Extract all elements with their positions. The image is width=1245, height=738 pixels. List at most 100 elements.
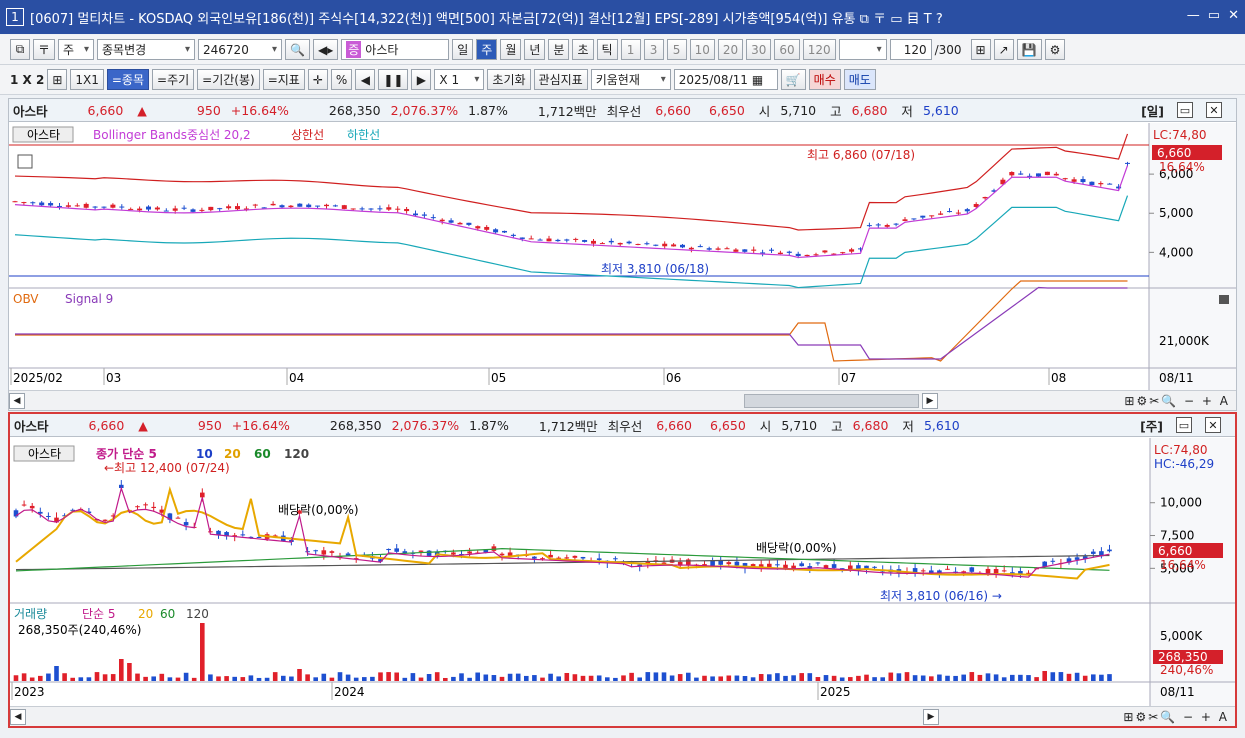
grid-icon[interactable]: ⊞ [47, 69, 68, 90]
table-icon [17, 154, 33, 169]
volume-bar [1107, 674, 1112, 681]
link-icon[interactable]: ⧉ [10, 39, 30, 60]
close-icon[interactable]: ✕ [1228, 8, 1239, 23]
volume-bar [710, 676, 715, 681]
minute-3[interactable]: 3 [643, 39, 664, 60]
zoom-tools-icon[interactable]: ⊞⚙✂🔍 − + A [1124, 394, 1230, 408]
interval-select[interactable] [838, 39, 887, 60]
candle-body [404, 208, 410, 212]
save-icon[interactable]: 💾 [1016, 39, 1042, 60]
scroll-left-icon[interactable]: ◀ [9, 392, 25, 409]
pause-icon[interactable]: ❚❚ [378, 69, 409, 90]
percent-button[interactable]: % [330, 69, 353, 90]
scrollbar-daily[interactable]: ◀ ▶ ⊞⚙✂🔍 − + A [9, 390, 1236, 410]
period-month[interactable]: 월 [500, 39, 522, 60]
scrollbar-weekly[interactable]: ◀ ▶ ⊞⚙✂🔍 − + A [10, 706, 1235, 726]
compare-icon[interactable]: ⊞ [970, 39, 991, 60]
candle-body [580, 556, 586, 559]
candle-body [394, 548, 399, 552]
minimize-icon[interactable]: — [1187, 8, 1200, 23]
volume-bar [362, 677, 367, 681]
period-tick[interactable]: 틱 [596, 39, 618, 60]
chart-panel-weekly[interactable]: 아스타 6,660 ▲ 950 +16.64% 268,350 2,076.37… [8, 412, 1237, 728]
kiwoom-select[interactable]: 키움현재 [590, 69, 671, 90]
volume-rate: 2,076.37% [391, 417, 460, 433]
buy-button[interactable]: 매수 [808, 69, 841, 90]
minute-60[interactable]: 60 [774, 39, 800, 60]
chart-panel-daily[interactable]: 아스타 6,660 ▲ 950 +16.64% 268,350 2,076.37… [8, 98, 1237, 411]
interest-indicator-button[interactable]: 관심지표 [533, 69, 588, 90]
pin-icon[interactable]: 〒 [33, 39, 56, 60]
volume-bar [491, 675, 497, 681]
sync-stock-button[interactable]: =종목 [106, 69, 150, 90]
candle-body [183, 522, 189, 526]
gear-icon[interactable]: ⚙ [1044, 39, 1066, 60]
crosshair-icon[interactable]: ✛ [307, 69, 328, 90]
next-icon[interactable]: ▶ [411, 69, 432, 90]
daily-chart-canvas[interactable]: 아스타 Bollinger Bands중심선 20,2 상한선 하한선6,0005,0… [9, 123, 1236, 391]
candle-body [777, 252, 783, 255]
trend-icon[interactable]: ↗ [993, 39, 1014, 60]
sync-period-button[interactable]: =주기 [152, 69, 195, 90]
scroll-left-icon[interactable]: ◀ [10, 708, 26, 725]
scroll-right-icon[interactable]: ▶ [922, 392, 938, 409]
period-second[interactable]: 초 [572, 39, 594, 60]
candle-body [1074, 557, 1080, 560]
minute-5[interactable]: 5 [666, 39, 687, 60]
period-day[interactable]: 일 [452, 39, 474, 60]
x-end-label: 08/11 [1159, 371, 1194, 385]
stock-change-select[interactable]: 종목변경 [97, 39, 196, 60]
scale-select[interactable]: X 1 [434, 69, 485, 90]
weekly-chart-canvas[interactable]: 아스타 종가 단순 5 10 20 60 12010,0007,5005,000←최고 1… [10, 438, 1235, 708]
volume-bar [734, 675, 740, 681]
minute-20[interactable]: 20 [717, 39, 744, 60]
close-panel-icon[interactable]: ✕ [1205, 417, 1221, 433]
candle-body [947, 211, 952, 213]
candle-body [430, 217, 436, 219]
period-week[interactable]: 주 [476, 39, 498, 60]
candle-body [599, 243, 605, 245]
reset-button[interactable]: 초기화 [487, 69, 531, 90]
maximize-panel-icon[interactable]: ▭ [1176, 417, 1192, 433]
layout-label[interactable]: 1 X 2 [10, 73, 44, 87]
sync-range-button[interactable]: =기간(봉) [197, 69, 260, 90]
period-minute[interactable]: 분 [548, 39, 570, 60]
sound-icon[interactable]: ◀▸ [312, 39, 339, 60]
window-number: 1 [6, 8, 24, 26]
zoom-tools-icon[interactable]: ⊞⚙✂🔍 − + A [1123, 710, 1229, 724]
date-input[interactable]: 2025/08/11 ▦ [673, 69, 778, 90]
market-select[interactable]: 주 [58, 39, 95, 60]
stock-code-input[interactable]: 246720 [198, 39, 283, 60]
minute-30[interactable]: 30 [746, 39, 772, 60]
period-year[interactable]: 년 [524, 39, 546, 60]
minute-10[interactable]: 10 [689, 39, 715, 60]
period-tag: [일] [1141, 103, 1164, 119]
cart-icon[interactable]: 🛒 [780, 69, 806, 90]
price: 6,660 ▲ [89, 418, 158, 433]
sell-button[interactable]: 매도 [843, 69, 876, 90]
volume-bar [1010, 674, 1015, 681]
scroll-thumb[interactable] [744, 394, 919, 408]
candle-body [386, 207, 392, 210]
maximize-icon[interactable]: ▭ [1208, 8, 1220, 23]
volume-bar [119, 659, 124, 681]
close-panel-icon[interactable]: ✕ [1206, 102, 1222, 118]
change: 950 [196, 102, 221, 118]
candle-body [1042, 561, 1047, 567]
search-icon[interactable]: 🔍 [285, 39, 310, 60]
prev-icon[interactable]: ◀ [355, 69, 376, 90]
candle-body [451, 552, 456, 555]
calendar-icon[interactable]: ▦ [752, 73, 763, 87]
minute-1[interactable]: 1 [620, 39, 641, 60]
count-input[interactable]: 120 [889, 39, 932, 60]
sync-indicator-button[interactable]: =지표 [262, 69, 305, 90]
ratio-button[interactable]: 1X1 [70, 69, 104, 90]
volume-bar [1074, 672, 1080, 681]
x-end-label: 08/11 [1160, 685, 1195, 699]
stock-name-field[interactable]: 증 아스타 [341, 39, 450, 60]
maximize-panel-icon[interactable]: ▭ [1177, 102, 1193, 118]
volume-bar [1091, 674, 1096, 681]
scroll-right-icon[interactable]: ▶ [923, 708, 939, 725]
candle-body [499, 553, 505, 556]
minute-120[interactable]: 120 [802, 39, 836, 60]
